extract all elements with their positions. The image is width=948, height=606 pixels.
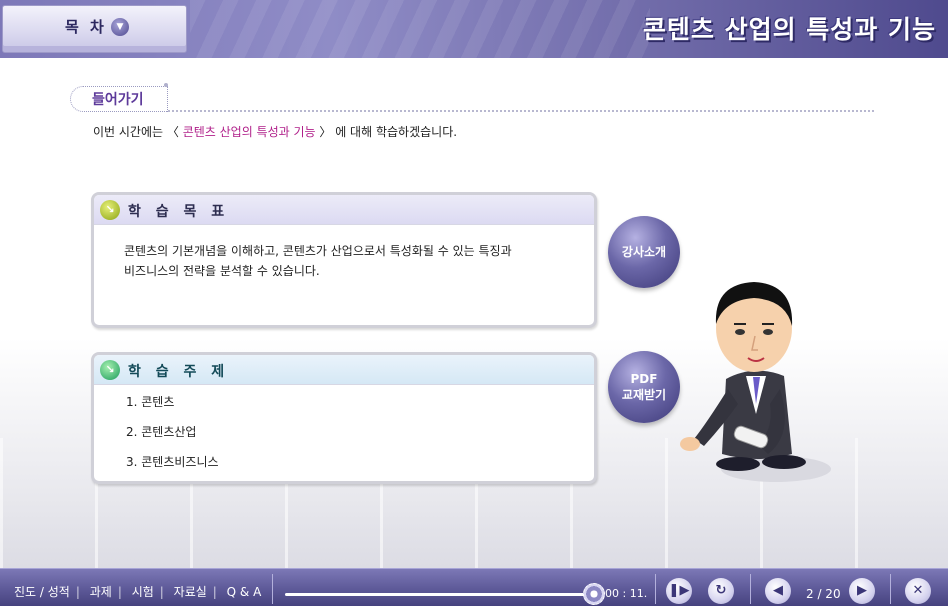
refresh-icon: ↻: [715, 583, 727, 598]
topic-item: 3. 콘텐츠비즈니스: [126, 455, 219, 469]
nav-assignment[interactable]: 과제: [90, 585, 112, 599]
divider: [655, 574, 656, 604]
close-icon: ✕: [912, 583, 924, 598]
close-button[interactable]: ✕: [905, 578, 931, 604]
content-area: 들어가기 이번 시간에는 〈 콘텐츠 산업의 특성과 기능 〉 에 대해 학습하…: [0, 58, 948, 568]
intro-text-highlight: 콘텐츠 산업의 특성과 기능: [182, 125, 316, 139]
replay-button[interactable]: ↻: [708, 578, 734, 604]
divider: [272, 574, 273, 604]
nav-resources[interactable]: 자료실: [174, 585, 207, 599]
objectives-line-1: 콘텐츠의 기본개념을 이해하고, 콘텐츠가 산업으로서 특성화될 수 있는 특징…: [124, 244, 512, 258]
objectives-body: 콘텐츠의 기본개념을 이해하고, 콘텐츠가 산업으로서 특성화될 수 있는 특징…: [94, 225, 594, 297]
intro-text-after: 〉 에 대해 학습하겠습니다.: [315, 125, 458, 139]
intro-divider: [168, 110, 874, 112]
pdf-download-label: PDF 교재받기: [622, 371, 666, 403]
pdf-label-line-1: PDF: [630, 372, 658, 386]
lecturer-intro-button[interactable]: 강사소개: [608, 216, 680, 288]
intro-label: 들어가기: [92, 92, 144, 108]
toc-button[interactable]: 목 차 ▼: [2, 5, 187, 53]
objectives-title: 학 습 목 표: [128, 204, 230, 220]
objectives-line-2: 비즈니스의 전략을 분석할 수 있습니다.: [124, 264, 320, 278]
nav-exam[interactable]: 시험: [132, 585, 154, 599]
top-bar: 목 차 ▼ 콘텐츠 산업의 특성과 기능: [0, 0, 948, 58]
objectives-header: ↘ 학 습 목 표: [94, 195, 594, 225]
topics-title: 학 습 주 제: [128, 364, 230, 380]
arrow-circle-icon: ↘: [100, 200, 120, 220]
play-pause-button[interactable]: ❚▶: [666, 578, 692, 604]
bottom-bar: 진도 / 성적 | 과제 | 시험 | 자료실 | Q & A 00 : 11. ❚▶ …: [0, 568, 948, 606]
next-page-button[interactable]: ▶: [849, 578, 875, 604]
time-display: 00 : 11.: [605, 587, 648, 600]
objectives-box: ↘ 학 습 목 표 콘텐츠의 기본개념을 이해하고, 콘텐츠가 산업으로서 특성…: [91, 192, 597, 328]
topics-header: ↘ 학 습 주 제: [94, 355, 594, 385]
topic-item: 1. 콘텐츠: [126, 395, 175, 409]
topics-list: 1. 콘텐츠 2. 콘텐츠산업 3. 콘텐츠비즈니스: [94, 385, 594, 481]
lecturer-intro-label: 강사소개: [621, 245, 667, 259]
intro-dot: [164, 83, 168, 87]
topics-box: ↘ 학 습 주 제 1. 콘텐츠 2. 콘텐츠산업 3. 콘텐츠비즈니스: [91, 352, 597, 484]
pdf-label-line-2: 교재받기: [621, 388, 667, 402]
nav-progress-grade[interactable]: 진도 / 성적: [14, 585, 70, 599]
play-pause-icon: ❚▶: [668, 583, 690, 598]
nav-separator: |: [117, 585, 122, 599]
nav-qna[interactable]: Q & A: [227, 585, 262, 599]
arrow-left-icon: ◀: [773, 583, 783, 598]
chevron-down-icon: ▼: [111, 18, 129, 36]
toc-label: 목 차: [65, 18, 107, 36]
footer-nav: 진도 / 성적 | 과제 | 시험 | 자료실 | Q & A: [10, 583, 265, 600]
page-title: 콘텐츠 산업의 특성과 기능: [642, 15, 936, 44]
pdf-download-button[interactable]: PDF 교재받기: [608, 351, 680, 423]
prev-page-button[interactable]: ◀: [765, 578, 791, 604]
lecturer-illustration: [680, 282, 831, 482]
nav-separator: |: [212, 585, 217, 599]
arrow-circle-icon: ↘: [100, 360, 120, 380]
nav-separator: |: [159, 585, 164, 599]
divider: [750, 574, 751, 604]
header-decoration: [190, 0, 650, 58]
progress-track[interactable]: [285, 593, 590, 596]
intro-text: 이번 시간에는 〈 콘텐츠 산업의 특성과 기능 〉 에 대해 학습하겠습니다.: [93, 123, 457, 140]
nav-separator: |: [75, 585, 80, 599]
progress-knob[interactable]: [583, 583, 605, 605]
topic-item: 2. 콘텐츠산업: [126, 425, 197, 439]
intro-text-before: 이번 시간에는 〈: [93, 125, 183, 139]
arrow-right-icon: ▶: [857, 583, 867, 598]
divider: [890, 574, 891, 604]
page-indicator: 2 / 20: [806, 587, 841, 601]
